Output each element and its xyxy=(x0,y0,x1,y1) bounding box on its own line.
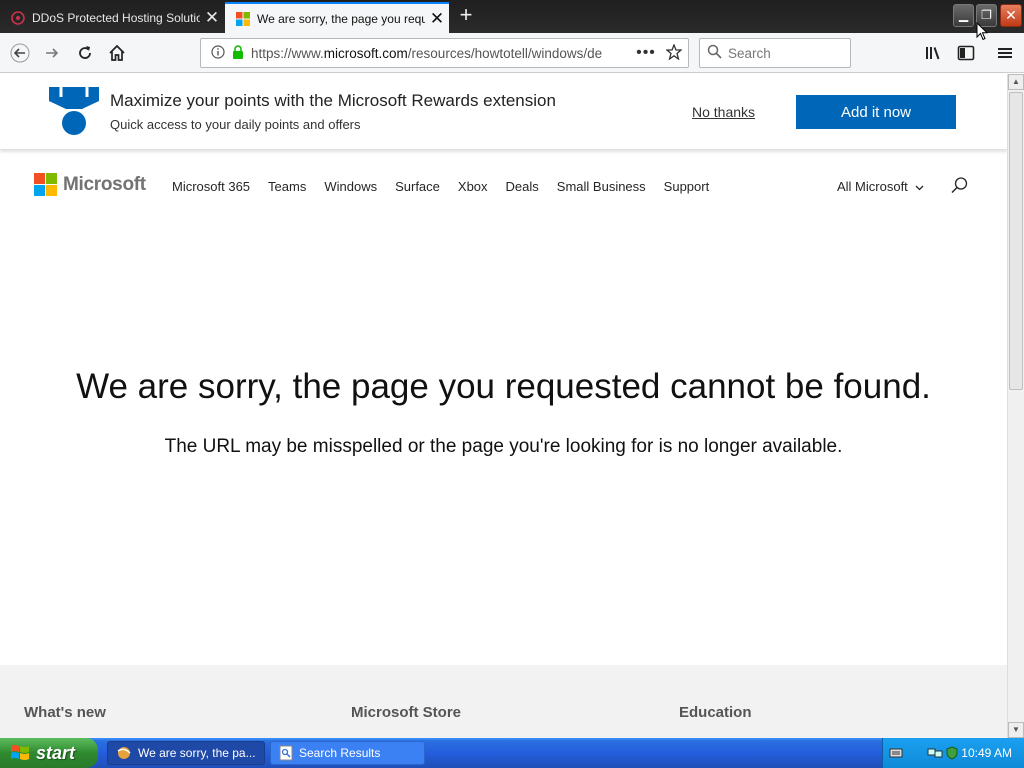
start-button[interactable]: start xyxy=(0,738,98,768)
home-icon[interactable] xyxy=(103,39,131,67)
network-icon[interactable] xyxy=(927,746,943,760)
tab-page-not-found[interactable]: We are sorry, the page you reque ✕ xyxy=(225,2,449,33)
browser-app-icon xyxy=(116,745,132,761)
nav-windows[interactable]: Windows xyxy=(324,179,377,194)
search-input[interactable]: Search xyxy=(699,38,851,68)
nav-deals[interactable]: Deals xyxy=(506,179,539,194)
tab-strip: DDoS Protected Hosting Solutions ✕ We ar… xyxy=(0,0,1024,33)
nav-xbox[interactable]: Xbox xyxy=(458,179,488,194)
nav-teams[interactable]: Teams xyxy=(268,179,306,194)
start-label: start xyxy=(36,742,76,763)
nav-small-business[interactable]: Small Business xyxy=(557,179,646,194)
new-tab-icon[interactable]: + xyxy=(454,4,478,28)
url-path: /resources/howtotell/windows/de xyxy=(407,45,603,61)
scroll-down-icon[interactable]: ▼ xyxy=(1008,722,1024,738)
microsoft-favicon-icon xyxy=(235,11,251,27)
no-thanks-link[interactable]: No thanks xyxy=(692,104,755,120)
minimize-icon[interactable]: ▁ xyxy=(953,4,974,27)
taskbar-item-label: Search Results xyxy=(299,746,381,760)
taskbar-item-browser[interactable]: We are sorry, the pa... xyxy=(107,741,265,765)
tab-title: We are sorry, the page you reque xyxy=(257,11,425,26)
site-header: Microsoft Microsoft 365 Teams Windows Su… xyxy=(0,150,1007,222)
reload-icon[interactable] xyxy=(71,39,99,67)
all-microsoft-label: All Microsoft xyxy=(837,179,908,194)
scrollbar-thumb[interactable] xyxy=(1009,92,1023,390)
page-actions-icon[interactable]: ••• xyxy=(632,44,660,62)
close-tab-icon[interactable]: ✕ xyxy=(200,8,224,27)
bookmark-star-icon[interactable] xyxy=(660,42,688,63)
search-results-app-icon xyxy=(279,745,293,761)
rewards-banner: Maximize your points with the Microsoft … xyxy=(0,74,1007,150)
system-tray: 10:49 AM xyxy=(882,738,1024,768)
taskbar-item-search-results[interactable]: Search Results xyxy=(270,741,425,765)
site-search-icon[interactable] xyxy=(950,176,969,200)
back-icon[interactable] xyxy=(6,39,34,67)
hosting-favicon-icon xyxy=(10,10,26,26)
footer-heading-education: Education xyxy=(679,704,752,721)
url-text: https://www.microsoft.com/resources/howt… xyxy=(251,46,632,61)
scroll-up-icon[interactable]: ▲ xyxy=(1008,74,1024,90)
site-nav: Microsoft 365 Teams Windows Surface Xbox… xyxy=(172,179,727,194)
add-it-now-button[interactable]: Add it now xyxy=(796,95,956,129)
mouse-cursor-icon xyxy=(976,21,989,46)
address-bar[interactable]: https://www.microsoft.com/resources/howt… xyxy=(200,38,689,68)
screen: DDoS Protected Hosting Solutions ✕ We ar… xyxy=(0,0,1024,768)
tab-ddos-hosting[interactable]: DDoS Protected Hosting Solutions ✕ xyxy=(0,2,224,33)
url-prefix: https://www. xyxy=(251,45,324,61)
error-subtitle: The URL may be misspelled or the page yo… xyxy=(164,436,843,457)
footer-heading-microsoft-store: Microsoft Store xyxy=(351,704,462,721)
error-title: We are sorry, the page you requested can… xyxy=(76,367,931,406)
taskbar: start We are sorry, the pa... Search Res… xyxy=(0,738,1024,768)
banner-subtitle: Quick access to your daily points and of… xyxy=(110,117,361,132)
all-microsoft-menu[interactable]: All Microsoft xyxy=(837,179,924,194)
window-close-icon[interactable]: ✕ xyxy=(1000,4,1022,27)
microsoft-logo[interactable]: Microsoft xyxy=(34,173,146,196)
rewards-medal-icon xyxy=(49,87,99,142)
clock[interactable]: 10:49 AM xyxy=(961,746,1012,760)
windows-logo-icon xyxy=(10,744,30,762)
taskbar-item-label: We are sorry, the pa... xyxy=(138,746,256,760)
brand-name: Microsoft xyxy=(63,173,146,195)
search-placeholder: Search xyxy=(728,45,771,61)
tab-title: DDoS Protected Hosting Solutions xyxy=(32,10,200,25)
site-footer: What's new Microsoft Store Education xyxy=(0,665,1007,738)
banner-title: Maximize your points with the Microsoft … xyxy=(110,91,556,110)
vertical-scrollbar[interactable]: ▲ ▼ xyxy=(1007,74,1024,738)
lock-icon[interactable] xyxy=(229,44,247,62)
keyboard-icon[interactable] xyxy=(889,747,903,759)
chevron-down-icon xyxy=(915,179,924,194)
footer-heading-whats-new: What's new xyxy=(24,704,106,721)
forward-icon[interactable] xyxy=(38,39,66,67)
url-host: microsoft.com xyxy=(323,45,408,61)
nav-surface[interactable]: Surface xyxy=(395,179,440,194)
nav-microsoft-365[interactable]: Microsoft 365 xyxy=(172,179,250,194)
search-icon xyxy=(700,44,728,62)
menu-icon[interactable] xyxy=(991,39,1019,67)
navigation-toolbar: https://www.microsoft.com/resources/howt… xyxy=(0,33,1024,73)
security-shield-icon[interactable] xyxy=(945,746,959,760)
nav-support[interactable]: Support xyxy=(664,179,710,194)
info-icon[interactable] xyxy=(207,44,229,62)
microsoft-logo-icon xyxy=(34,173,57,196)
library-icon[interactable] xyxy=(920,39,948,67)
close-tab-icon[interactable]: ✕ xyxy=(425,9,449,28)
